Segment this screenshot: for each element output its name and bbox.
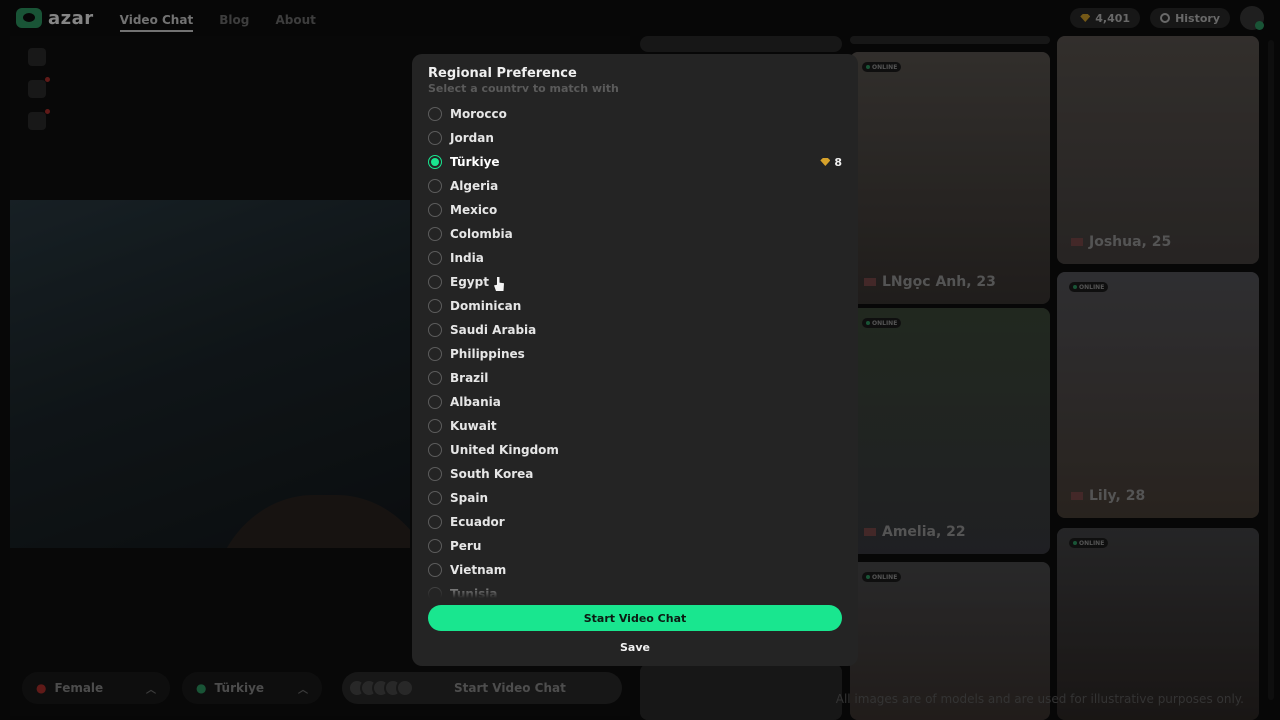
- country-list[interactable]: Morocco Jordan Türkiye 8 Algeria Mexico Colomb…: [428, 102, 842, 598]
- country-option[interactable]: Ecuador: [428, 510, 842, 534]
- country-label: South Korea: [450, 467, 534, 481]
- country-label: Algeria: [450, 179, 499, 193]
- country-label: Brazil: [450, 371, 489, 385]
- country-label: Albania: [450, 395, 501, 409]
- country-label: Ecuador: [450, 515, 505, 529]
- country-label: United Kingdom: [450, 443, 559, 457]
- country-option[interactable]: United Kingdom: [428, 438, 842, 462]
- country-label: Philippines: [450, 347, 525, 361]
- country-option[interactable]: Philippines: [428, 342, 842, 366]
- radio-icon[interactable]: [428, 323, 442, 337]
- country-label: Morocco: [450, 107, 507, 121]
- radio-icon[interactable]: [428, 179, 442, 193]
- country-option[interactable]: Dominican: [428, 294, 842, 318]
- radio-icon[interactable]: [428, 491, 442, 505]
- country-label: Jordan: [450, 131, 494, 145]
- radio-icon[interactable]: [428, 347, 442, 361]
- list-fade: [428, 578, 842, 598]
- country-label: Saudi Arabia: [450, 323, 537, 337]
- country-option[interactable]: Türkiye 8: [428, 150, 842, 174]
- radio-selected-icon[interactable]: [428, 155, 442, 169]
- radio-icon[interactable]: [428, 563, 442, 577]
- radio-icon[interactable]: [428, 539, 442, 553]
- save-button[interactable]: Save: [428, 638, 842, 656]
- country-option[interactable]: Egypt: [428, 270, 842, 294]
- country-label: Peru: [450, 539, 482, 553]
- country-option[interactable]: India: [428, 246, 842, 270]
- radio-icon[interactable]: [428, 371, 442, 385]
- country-option[interactable]: Spain: [428, 486, 842, 510]
- country-option[interactable]: Albania: [428, 390, 842, 414]
- radio-icon[interactable]: [428, 227, 442, 241]
- radio-icon[interactable]: [428, 251, 442, 265]
- country-option[interactable]: Peru: [428, 534, 842, 558]
- radio-icon[interactable]: [428, 107, 442, 121]
- radio-icon[interactable]: [428, 467, 442, 481]
- radio-icon[interactable]: [428, 131, 442, 145]
- gem-cost: 8: [834, 155, 842, 169]
- radio-icon[interactable]: [428, 299, 442, 313]
- country-label: India: [450, 251, 484, 265]
- country-label: Egypt: [450, 275, 489, 289]
- country-label: Colombia: [450, 227, 513, 241]
- country-label: Vietnam: [450, 563, 507, 577]
- radio-icon[interactable]: [428, 203, 442, 217]
- country-option[interactable]: Kuwait: [428, 414, 842, 438]
- radio-icon[interactable]: [428, 443, 442, 457]
- country-option[interactable]: Mexico: [428, 198, 842, 222]
- start-video-chat-button[interactable]: Start Video Chat: [428, 605, 842, 631]
- modal-subtitle: Select a country to match with: [428, 83, 619, 92]
- modal-title: Regional Preference: [428, 66, 577, 81]
- country-option[interactable]: South Korea: [428, 462, 842, 486]
- radio-icon[interactable]: [428, 275, 442, 289]
- country-label: Spain: [450, 491, 488, 505]
- country-label: Dominican: [450, 299, 522, 313]
- radio-icon[interactable]: [428, 515, 442, 529]
- country-label: Kuwait: [450, 419, 497, 433]
- gem-cost-badge: 8: [820, 156, 842, 169]
- country-label: Mexico: [450, 203, 498, 217]
- country-option[interactable]: Colombia: [428, 222, 842, 246]
- country-label: Türkiye: [450, 155, 500, 169]
- regional-preference-modal: Regional Preference Select a country to …: [412, 54, 858, 666]
- country-option[interactable]: Brazil: [428, 366, 842, 390]
- radio-icon[interactable]: [428, 419, 442, 433]
- app-page: azar Video Chat Blog About 4,401 History: [0, 0, 1280, 720]
- country-option[interactable]: Jordan: [428, 126, 842, 150]
- country-option[interactable]: Algeria: [428, 174, 842, 198]
- radio-icon[interactable]: [428, 395, 442, 409]
- country-option[interactable]: Saudi Arabia: [428, 318, 842, 342]
- gem-icon: [820, 158, 831, 166]
- country-option[interactable]: Morocco: [428, 102, 842, 126]
